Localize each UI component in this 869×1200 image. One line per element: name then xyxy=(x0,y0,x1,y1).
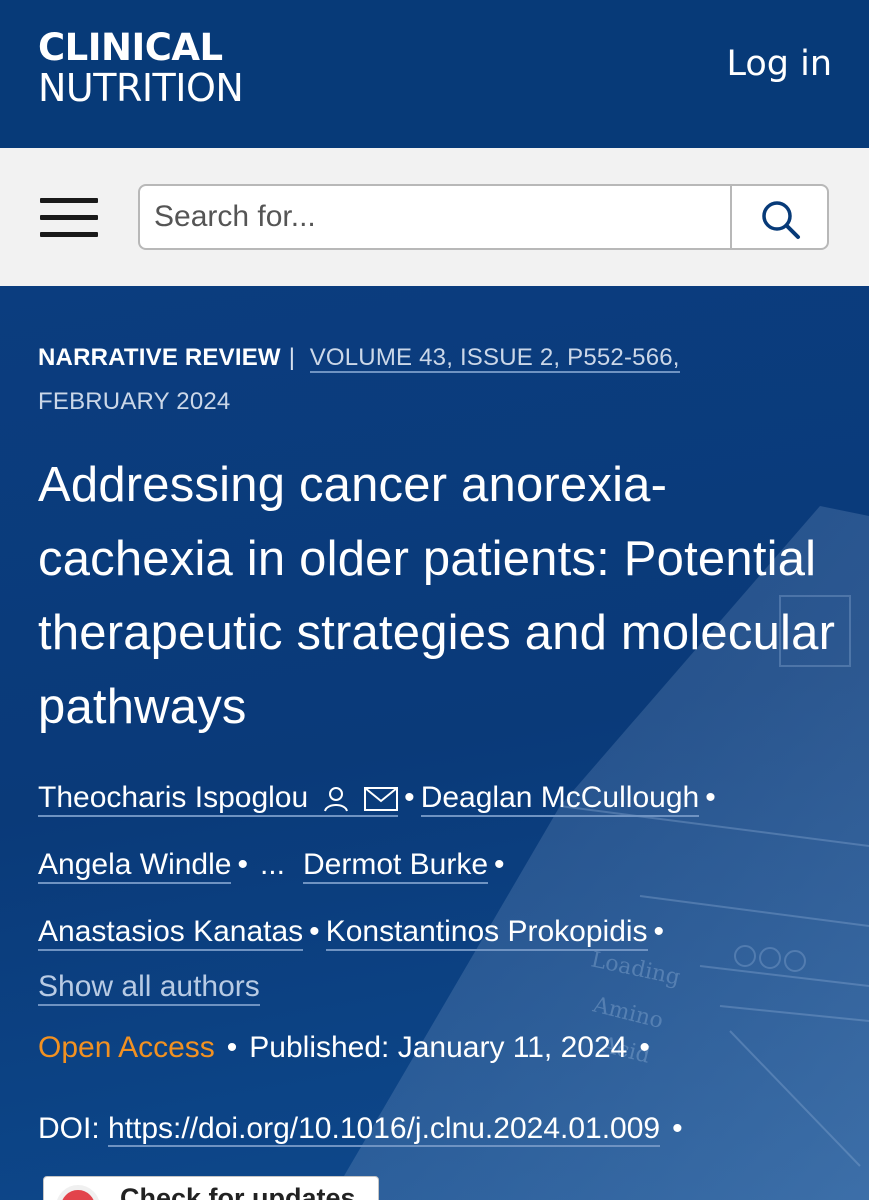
search-button[interactable] xyxy=(730,184,829,250)
login-link[interactable]: Log in xyxy=(726,44,832,84)
crossmark-icon xyxy=(56,1185,100,1200)
article-title: Addressing cancer anorexia-cachexia in o… xyxy=(38,458,836,734)
volume-issue-link[interactable]: VOLUME 43, ISSUE 2, P552-566, xyxy=(309,344,680,373)
author-link[interactable]: Theocharis Ispoglou xyxy=(38,781,399,817)
check-for-updates-label: Check for updates xyxy=(120,1183,356,1200)
bullet: • xyxy=(705,781,716,814)
author-name: Theocharis Ispoglou xyxy=(38,781,309,814)
bullet: • xyxy=(494,848,505,881)
author-list: Theocharis Ispoglou • Deaglan McCullough • … xyxy=(38,764,838,965)
doi-link[interactable]: https://doi.org/10.1016/j.clnu.2024.01.0… xyxy=(108,1112,661,1147)
meta-separator: | xyxy=(288,344,296,371)
doi-label: DOI: xyxy=(38,1112,100,1145)
bullet: • xyxy=(237,848,248,881)
bullet: • xyxy=(639,1031,650,1064)
hamburger-menu-icon[interactable] xyxy=(40,198,98,238)
authors-ellipsis: ... xyxy=(259,848,285,881)
search-bar xyxy=(0,148,869,286)
bullet: • xyxy=(404,781,415,814)
bullet: • xyxy=(672,1112,683,1145)
author-link[interactable]: Dermot Burke xyxy=(302,848,489,884)
published-date: Published: January 11, 2024 xyxy=(249,1031,628,1064)
article-type: NARRATIVE REVIEW xyxy=(38,344,281,371)
issue-date: FEBRUARY 2024 xyxy=(38,388,231,415)
bullet: • xyxy=(653,915,665,948)
article-header: Loading Amino Acid NARRATIVE REVIEW | VOL… xyxy=(0,286,869,1200)
logo-line-2: NUTRITION xyxy=(38,66,244,110)
logo-line-1: CLINICAL xyxy=(38,26,223,69)
doi-line: DOI: https://doi.org/10.1016/j.clnu.2024… xyxy=(38,1112,689,1147)
site-header: CLINICAL NUTRITION Log in xyxy=(0,0,869,148)
journal-logo[interactable]: CLINICAL NUTRITION xyxy=(38,26,244,110)
bullet: • xyxy=(226,1031,238,1064)
author-link[interactable]: Deaglan McCullough xyxy=(420,781,700,817)
article-meta: NARRATIVE REVIEW | VOLUME 43, ISSUE 2, P5… xyxy=(38,336,838,424)
email-icon xyxy=(364,787,399,812)
bullet: • xyxy=(309,915,320,948)
check-for-updates-button[interactable]: Check for updates xyxy=(43,1176,379,1200)
author-link[interactable]: Anastasios Kanatas xyxy=(38,915,304,951)
author-link[interactable]: Konstantinos Prokopidis xyxy=(325,915,648,951)
open-access-badge: Open Access xyxy=(38,1031,215,1064)
search-input[interactable] xyxy=(138,184,732,250)
author-link[interactable]: Angela Windle xyxy=(38,848,232,884)
person-icon xyxy=(324,787,349,812)
show-all-authors-link[interactable]: Show all authors xyxy=(38,970,260,1006)
magnifier-icon xyxy=(762,201,800,239)
access-info: Open Access • Published: January 11, 2024 • xyxy=(38,1031,656,1065)
